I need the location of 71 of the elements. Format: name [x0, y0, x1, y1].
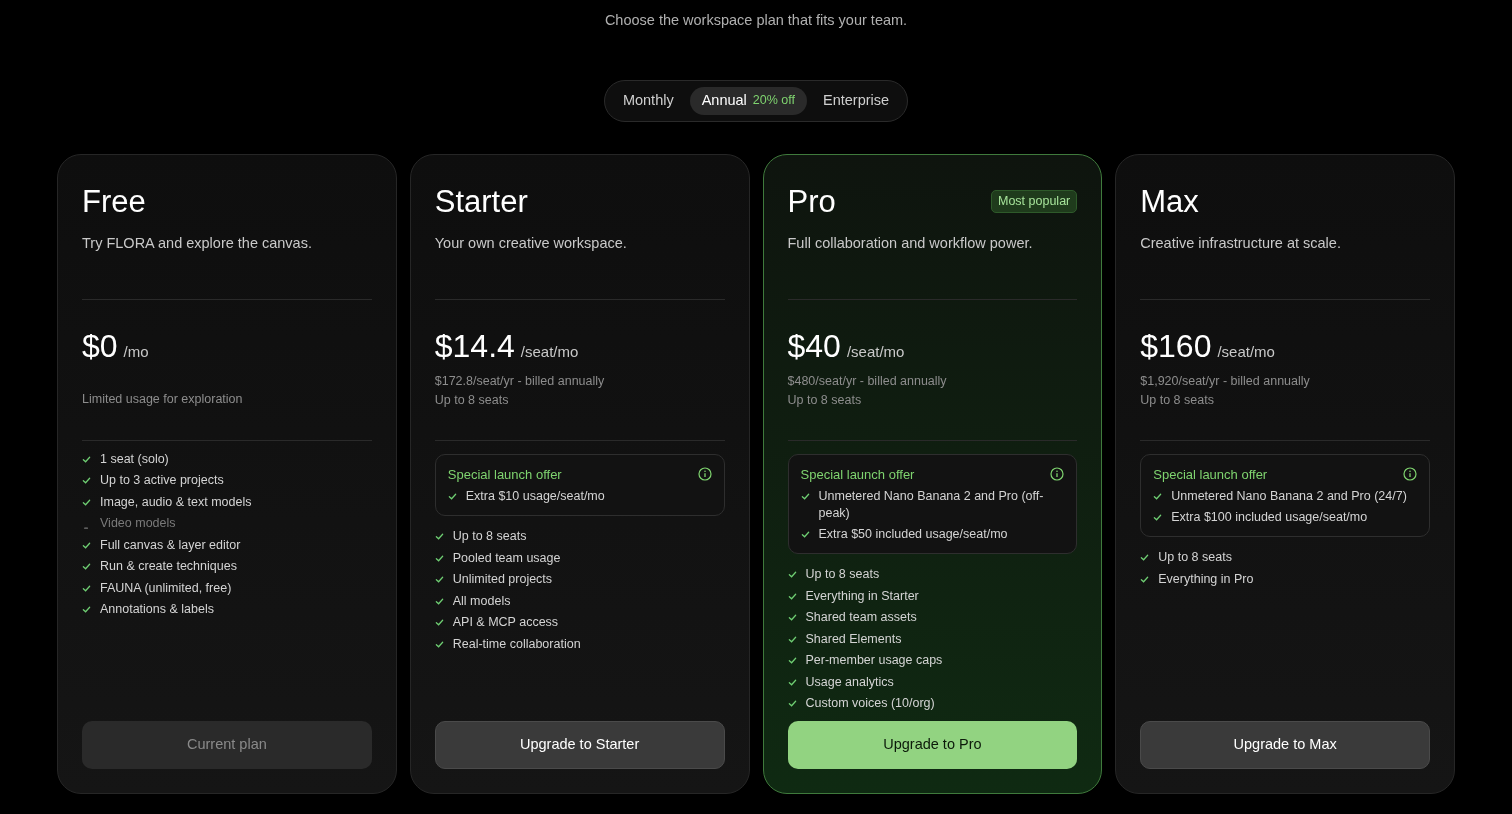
feature-item: Up to 8 seats — [452, 528, 527, 545]
billing-tab[interactable]: Monthly — [610, 86, 686, 115]
feature-item: Custom voices (10/org) — [805, 695, 935, 712]
check-icon — [447, 492, 457, 501]
plan-button[interactable]: Current plan — [82, 720, 372, 769]
popular-tag: Most popular — [991, 190, 1078, 214]
plan-description: Creative infrastructure at scale. — [1140, 233, 1342, 253]
feature-item: FAUNA (unlimited, free) — [100, 579, 232, 597]
feature-item: Up to 8 seats — [805, 566, 880, 583]
price: $40 — [787, 326, 841, 366]
feature-item: API & MCP access — [452, 614, 559, 631]
feature-item: Run & create techniques — [100, 558, 237, 575]
info-icon[interactable] — [1403, 467, 1417, 482]
feature-item: All models — [452, 592, 511, 610]
price: $160 — [1140, 326, 1212, 366]
feature-item: Unlimited projects — [452, 571, 553, 588]
offer-item: Extra $100 included usage/seat/mo — [1171, 509, 1368, 526]
billing-tab[interactable]: Enterprise — [811, 86, 902, 115]
billing-note: $480/seat/yr - billed annually — [787, 372, 948, 390]
offer-title: Special launch offer — [447, 465, 562, 484]
info-icon[interactable] — [1050, 467, 1065, 482]
billing-note: Up to 8 seats — [434, 391, 510, 409]
price: $14.4 — [434, 326, 515, 366]
plan-description: Full collaboration and workflow power. — [787, 233, 1034, 253]
plan-name: Starter — [434, 182, 528, 221]
billing-note: Limited usage for exploration — [82, 390, 244, 408]
price-unit: /seat/mo — [1217, 341, 1275, 362]
price-unit: /seat/mo — [520, 341, 579, 362]
plan-button[interactable]: Upgrade to Max — [1140, 720, 1430, 769]
feature-item: Shared Elements — [805, 630, 902, 648]
offer-item: Extra $10 usage/seat/mo — [465, 488, 605, 505]
feature-item: Up to 3 active projects — [100, 472, 224, 489]
feature-item: Shared team assets — [805, 609, 917, 626]
feature-item: 1 seat (solo) — [100, 450, 169, 468]
billing-note: $172.8/seat/yr - billed annually — [434, 372, 606, 390]
price-unit: /seat/mo — [846, 341, 905, 362]
offer-title: Special launch offer — [1153, 465, 1268, 484]
billing-note: Up to 8 seats — [787, 391, 863, 409]
check-icon — [1153, 513, 1163, 522]
offer-item: Unmetered Nano Banana 2 and Pro (24/7) — [1171, 488, 1407, 505]
check-icon — [800, 530, 810, 539]
feature-item: Up to 8 seats — [1158, 549, 1232, 566]
plan-button[interactable]: Upgrade to Starter — [434, 720, 725, 769]
feature-item: Pooled team usage — [452, 549, 561, 567]
info-icon[interactable] — [697, 467, 712, 482]
check-icon — [1153, 492, 1163, 501]
plan-name: Pro — [787, 182, 836, 221]
billing-tab[interactable]: Annual 20% off — [689, 86, 807, 115]
feature-item: Full canvas & layer editor — [100, 536, 241, 554]
feature-item: Usage analytics — [805, 673, 894, 691]
plan-button[interactable]: Upgrade to Pro — [787, 720, 1078, 769]
feature-item: Real-time collaboration — [452, 635, 581, 653]
offer-title: Special launch offer — [800, 465, 915, 484]
feature-item: Everything in Starter — [805, 587, 919, 605]
feature-item: Annotations & labels — [100, 601, 214, 618]
feature-item: Video models — [100, 515, 176, 532]
billing-note: Up to 8 seats — [1140, 391, 1215, 409]
feature-item: Image, audio & text models — [100, 493, 252, 511]
price-unit: /mo — [123, 341, 149, 362]
offer-item: Unmetered Nano Banana 2 and Pro (off-peak) — [818, 488, 1045, 522]
plan-name: Free — [82, 182, 146, 221]
price: $0 — [82, 326, 118, 366]
plan-name: Max — [1140, 182, 1199, 221]
billing-note: $1,920/seat/yr - billed annually — [1140, 372, 1311, 390]
check-icon — [800, 492, 810, 501]
plan-description: Your own creative workspace. — [434, 233, 628, 253]
plan-description: Try FLORA and explore the canvas. — [82, 233, 313, 253]
offer-item: Extra $50 included usage/seat/mo — [818, 526, 1008, 543]
page-subtitle: Choose the workspace plan that fits your team. — [604, 11, 908, 30]
feature-item: Everything in Pro — [1158, 570, 1254, 588]
feature-item: Per-member usage caps — [805, 652, 943, 669]
